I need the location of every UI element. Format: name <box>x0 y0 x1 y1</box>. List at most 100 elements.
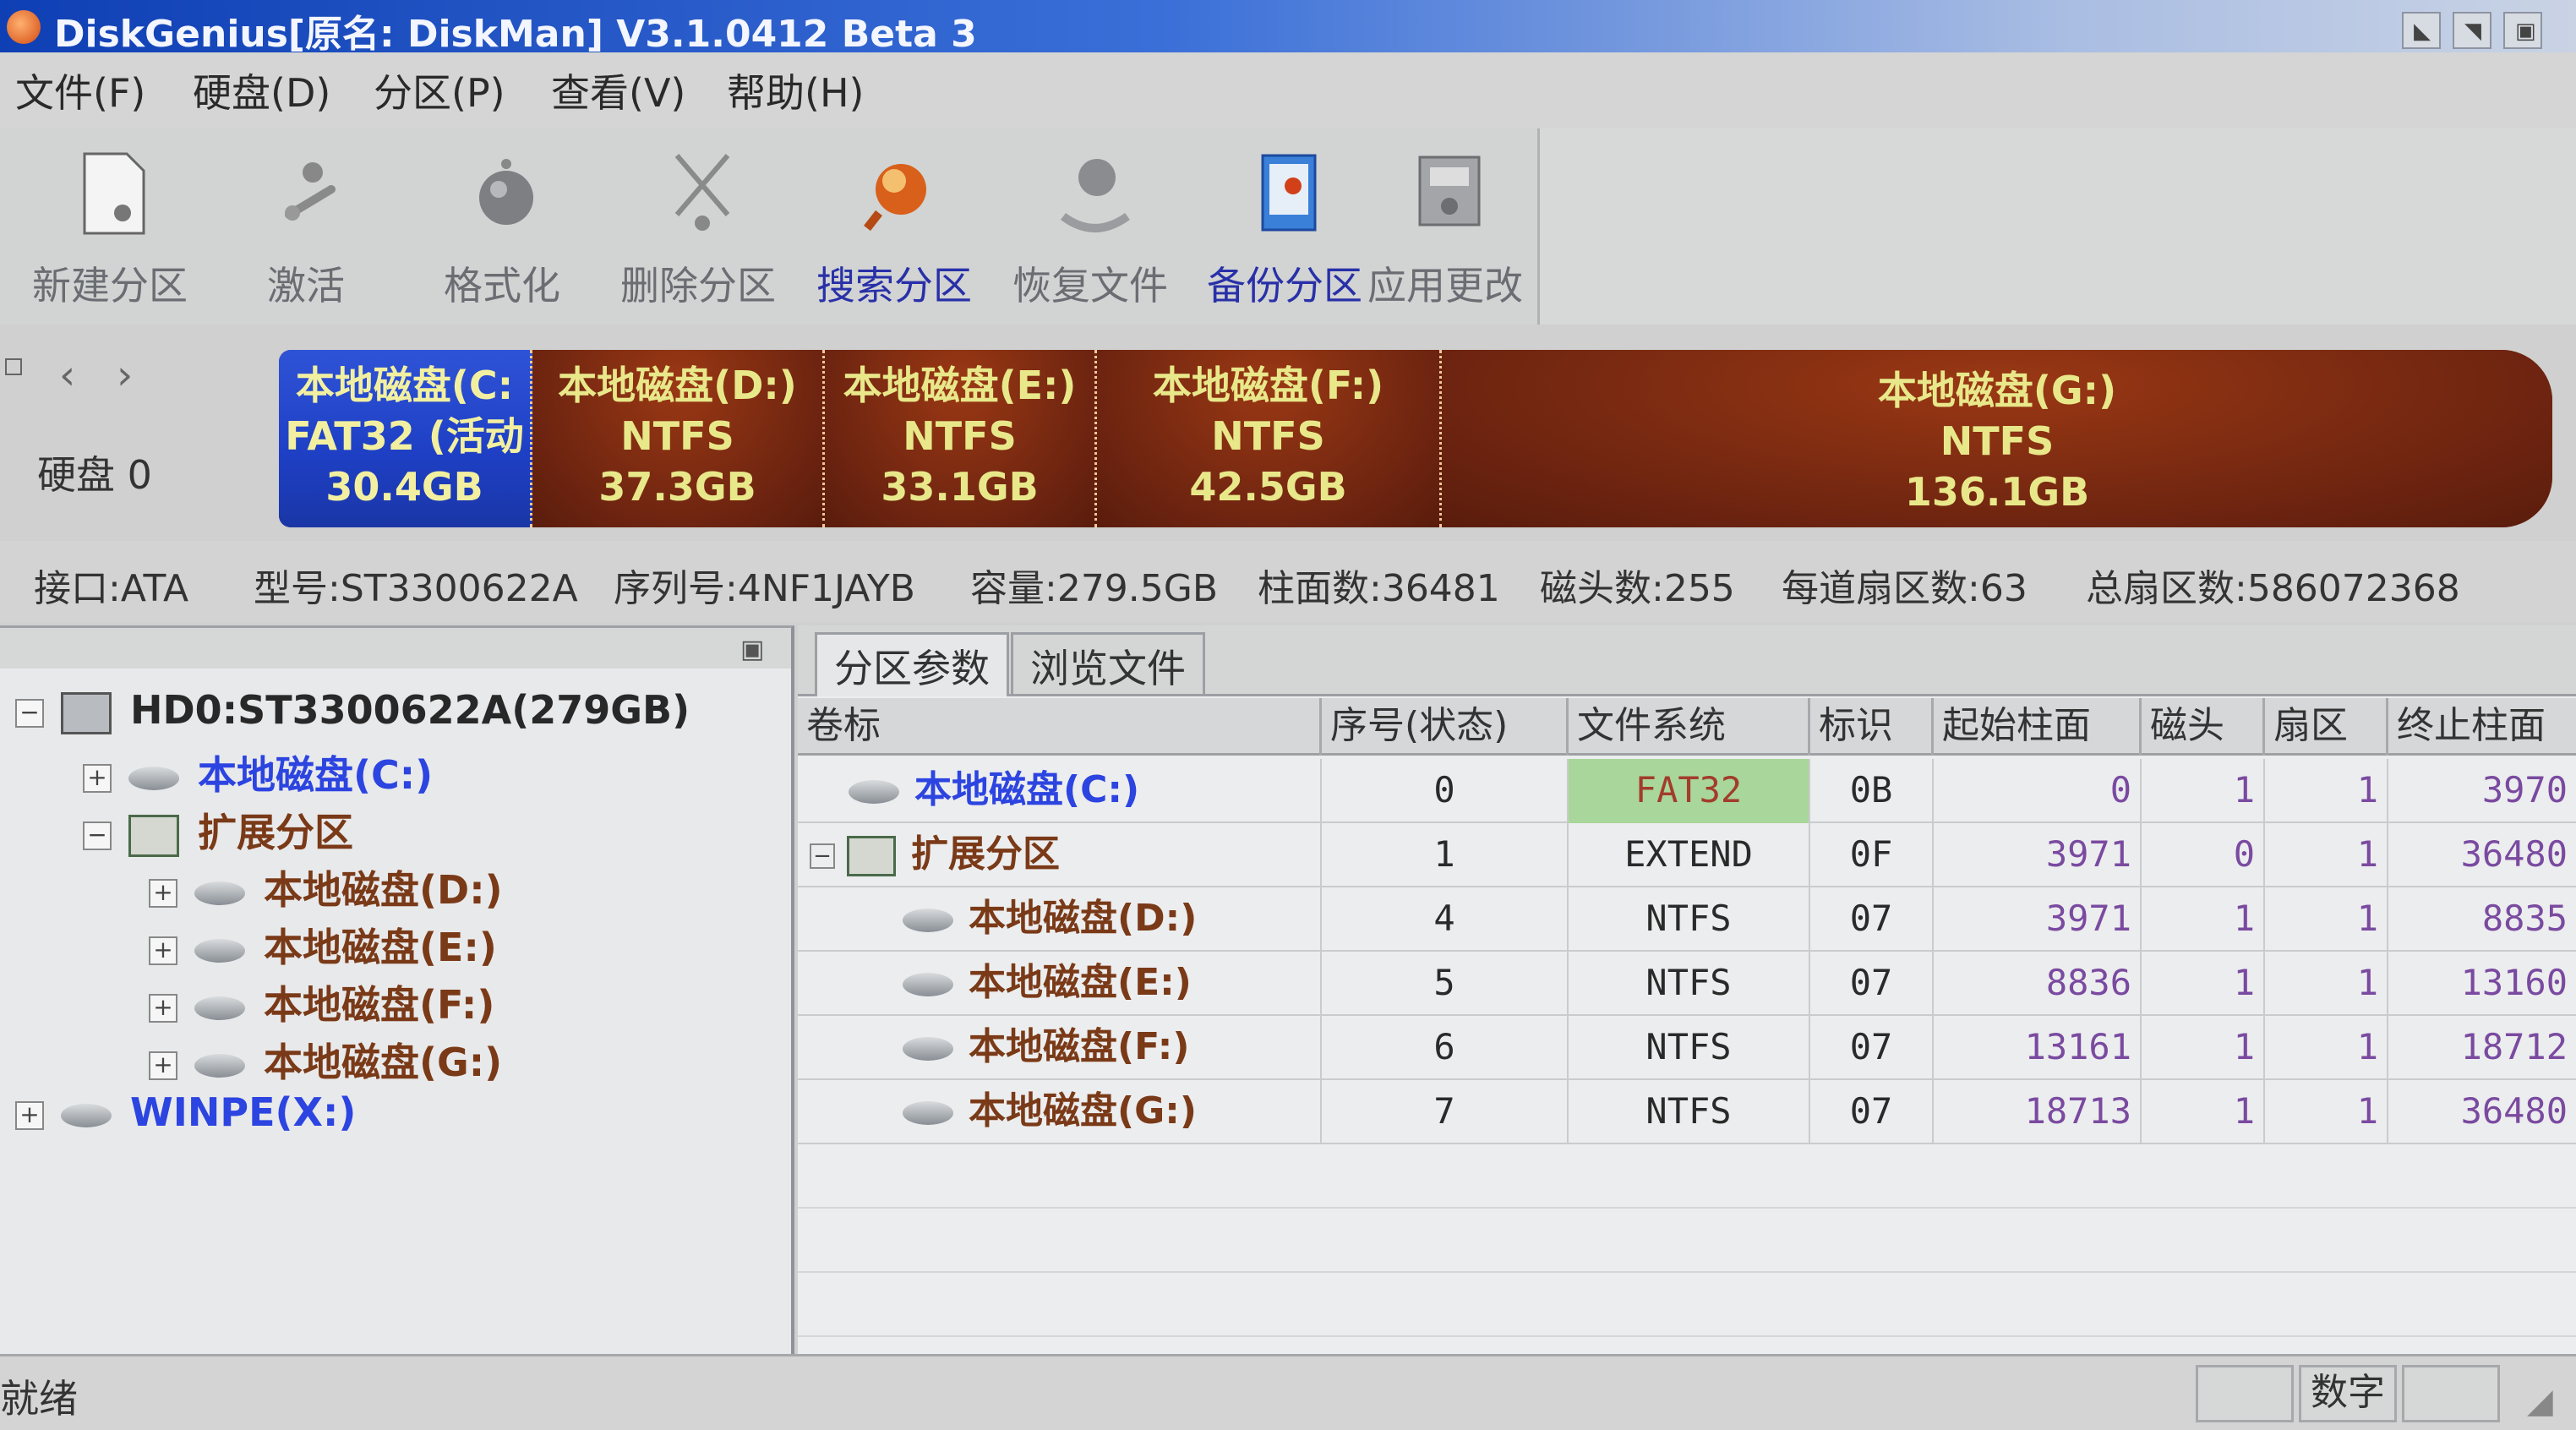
activate-button[interactable]: 激活 <box>213 128 399 325</box>
row-sector: 1 <box>2265 887 2388 952</box>
partition-segment-g[interactable]: 本地磁盘(G:) NTFS 136.1GB <box>1442 350 2552 527</box>
close-button[interactable]: ▣ <box>2503 12 2542 49</box>
disk-capacity: 容量:279.5GB <box>970 567 1219 610</box>
row-name: 本地磁盘(F:) <box>969 1025 1190 1068</box>
table-row[interactable]: 本地磁盘(C:) 0 FAT32 0B 0 1 1 3970 <box>798 759 2576 823</box>
row-end-cyl: 8835 <box>2481 898 2568 939</box>
table-row[interactable]: 本地磁盘(D:) 4 NTFS 07 3971 1 1 8835 <box>798 887 2576 952</box>
row-start-cyl: 3971 <box>1934 887 2142 952</box>
row-end-cyl: 18712 <box>2460 1026 2568 1067</box>
col-head[interactable]: 磁头 <box>2142 698 2265 756</box>
col-start-cyl[interactable]: 起始柱面 <box>1934 698 2142 756</box>
status-text: 就绪 <box>0 1376 78 1422</box>
close-icon: ▣ <box>2515 19 2536 44</box>
backup-partition-button[interactable]: 备份分区 <box>1192 128 1378 325</box>
disk-serial: 序列号:4NF1JAYB <box>614 567 915 610</box>
tree-node-g[interactable]: + 本地磁盘(G:) <box>149 1032 502 1085</box>
expand-icon[interactable]: + <box>149 878 177 908</box>
apply-changes-button[interactable]: 应用更改 <box>1352 128 1538 325</box>
table-row[interactable]: 本地磁盘(G:) 7 NTFS 07 18713 1 1 36480 <box>798 1080 2576 1144</box>
row-name: 本地磁盘(C:) <box>914 768 1140 811</box>
activate-label: 激活 <box>267 263 345 308</box>
title-bar: DiskGenius[原名: DiskMan] V3.1.0412 Beta 3… <box>0 0 2576 56</box>
tree-node-label: HD0:ST3300622A(279GB) <box>130 687 690 733</box>
row-id: 07 <box>1810 1016 1934 1080</box>
tree-node-extended[interactable]: − 扩展分区 <box>83 802 353 857</box>
col-volume[interactable]: 卷标 <box>798 698 1322 756</box>
partition-size: 136.1GB <box>1904 469 2090 515</box>
table-row[interactable]: 本地磁盘(F:) 6 NTFS 07 13161 1 1 18712 <box>798 1016 2576 1080</box>
tree-node-label: 本地磁盘(C:) <box>198 752 434 798</box>
row-sector: 1 <box>2265 1016 2388 1080</box>
disk-tree-panel: ▣ − HD0:ST3300622A(279GB) + 本地磁盘(C:) − 扩展分区… <box>0 625 794 1354</box>
tree-node-f[interactable]: + 本地磁盘(F:) <box>149 974 494 1028</box>
expand-icon[interactable]: + <box>149 1051 177 1080</box>
row-id: 07 <box>1810 887 1934 952</box>
new-partition-button[interactable]: 新建分区 <box>17 128 203 325</box>
tab-browse-files[interactable]: 浏览文件 <box>1011 632 1205 696</box>
col-filesystem[interactable]: 文件系统 <box>1569 698 1810 756</box>
tree-node-winpe[interactable]: + WINPE(X:) <box>15 1089 356 1140</box>
table-header: 卷标 序号(状态) 文件系统 标识 起始柱面 磁头 扇区 终止柱面 <box>798 698 2576 756</box>
partition-segment-c[interactable]: 本地磁盘(C: FAT32 (活动 30.4GB <box>279 350 532 527</box>
row-id: 07 <box>1810 952 1934 1016</box>
tree-node-e[interactable]: + 本地磁盘(E:) <box>149 917 497 970</box>
row-head: 1 <box>2142 1016 2265 1080</box>
row-sector: 1 <box>2265 1080 2388 1144</box>
delete-partition-button[interactable]: 删除分区 <box>605 128 791 325</box>
tab-partition-params[interactable]: 分区参数 <box>815 632 1009 696</box>
col-end-cyl[interactable]: 终止柱面 <box>2388 698 2576 756</box>
table-row[interactable]: − 扩展分区 1 EXTEND 0F 3971 0 1 36480 <box>798 823 2576 887</box>
row-end-cyl: 36480 <box>2460 1090 2568 1132</box>
collapse-icon[interactable]: − <box>810 843 835 869</box>
expand-icon[interactable]: + <box>83 763 112 793</box>
menu-partition[interactable]: 分区(P) <box>374 63 505 118</box>
resize-grip-icon[interactable]: ◢ <box>2527 1382 2553 1421</box>
partition-size: 33.1GB <box>881 464 1039 510</box>
partition-segment-e[interactable]: 本地磁盘(E:) NTFS 33.1GB <box>825 350 1097 527</box>
row-start-cyl: 18713 <box>1934 1080 2142 1144</box>
num-lock-indicator: 数字 <box>2299 1365 2397 1422</box>
tree-node-c[interactable]: + 本地磁盘(C:) <box>83 745 434 798</box>
format-button[interactable]: 格式化 <box>409 128 595 325</box>
search-partition-button[interactable]: 搜索分区 <box>801 128 987 325</box>
menu-help[interactable]: 帮助(H) <box>727 63 864 118</box>
row-fs: NTFS <box>1569 1016 1810 1080</box>
row-head: 1 <box>2142 887 2265 952</box>
menu-file[interactable]: 文件(F) <box>15 63 145 118</box>
collapse-icon[interactable]: − <box>15 698 44 728</box>
recover-files-button[interactable]: 恢复文件 <box>997 128 1183 325</box>
collapse-icon[interactable]: − <box>83 821 112 850</box>
row-end-cyl: 3970 <box>2481 769 2568 811</box>
row-head: 1 <box>2142 1080 2265 1144</box>
expand-icon[interactable]: + <box>149 993 177 1023</box>
expand-icon[interactable]: + <box>15 1100 44 1130</box>
maximize-button[interactable]: ◥ <box>2453 12 2491 49</box>
minimize-button[interactable]: ◣ <box>2402 12 2441 49</box>
disk-label: 硬盘 0 <box>37 452 152 498</box>
row-end-cyl: 13160 <box>2460 962 2568 1003</box>
row-name: 扩展分区 <box>911 832 1060 876</box>
drive-icon <box>849 780 899 804</box>
row-fs: NTFS <box>1569 1080 1810 1144</box>
col-sector[interactable]: 扇区 <box>2265 698 2388 756</box>
tree-node-d[interactable]: + 本地磁盘(D:) <box>149 860 503 913</box>
panel-close-icon[interactable]: ▣ <box>740 635 764 664</box>
format-label: 格式化 <box>444 263 560 308</box>
menu-disk[interactable]: 硬盘(D) <box>193 63 330 118</box>
format-icon <box>479 159 533 225</box>
table-row[interactable]: 本地磁盘(E:) 5 NTFS 07 8836 1 1 13160 <box>798 952 2576 1016</box>
next-disk-icon[interactable]: › <box>117 352 133 399</box>
expand-icon[interactable]: + <box>149 936 177 965</box>
empty-row <box>798 1273 2576 1337</box>
partition-segment-d[interactable]: 本地磁盘(D:) NTFS 37.3GB <box>532 350 825 527</box>
col-id[interactable]: 标识 <box>1810 698 1934 756</box>
menu-view[interactable]: 查看(V) <box>551 63 685 118</box>
col-index[interactable]: 序号(状态) <box>1322 698 1569 756</box>
tree-node-label: 本地磁盘(D:) <box>264 867 503 913</box>
partition-segment-f[interactable]: 本地磁盘(F:) NTFS 42.5GB <box>1097 350 1442 527</box>
tree-node-disk[interactable]: − HD0:ST3300622A(279GB) <box>15 687 690 738</box>
apply-changes-label: 应用更改 <box>1367 263 1523 308</box>
previous-disk-icon[interactable]: ‹ <box>59 352 75 399</box>
disk-cylinders: 柱面数:36481 <box>1258 567 1500 610</box>
